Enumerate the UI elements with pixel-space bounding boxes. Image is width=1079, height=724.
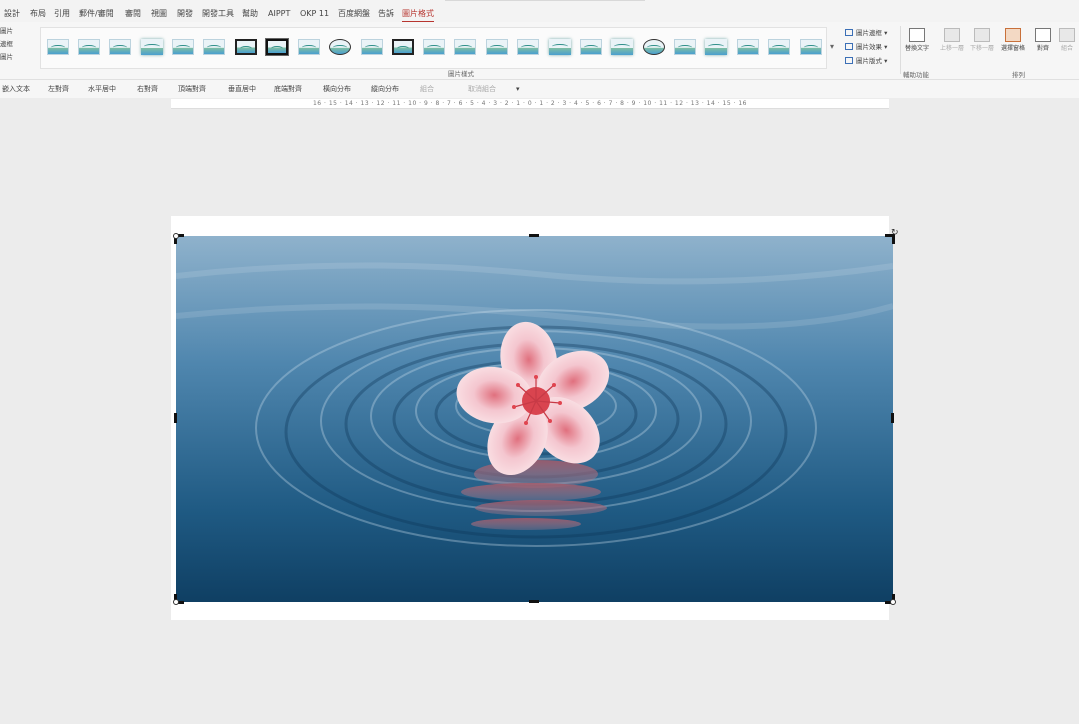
selection-pane-button[interactable]: 選擇窗格	[998, 28, 1028, 53]
picture-style-thumb[interactable]	[674, 39, 696, 55]
tab-view[interactable]: 視圖	[151, 9, 167, 19]
picture-style-thumb[interactable]	[266, 39, 288, 55]
ribbon-tabs: 設計 布局 引用 郵件/審閱 審閱 視圖 開發 開發工具 幫助 AIPPT OK…	[0, 0, 1079, 22]
picture-style-thumb[interactable]	[361, 39, 383, 55]
resize-handle-top-left[interactable]	[173, 233, 179, 239]
ribbon-left-item[interactable]: 邊框	[0, 38, 13, 51]
align-top-button[interactable]: 頂端對齊	[178, 84, 206, 94]
picture-style-thumb[interactable]	[580, 39, 602, 55]
ungroup-objects-button[interactable]: 取消組合	[468, 84, 496, 94]
picture-style-thumb[interactable]	[203, 39, 225, 55]
picture-style-thumb[interactable]	[705, 39, 727, 55]
gallery-group-label: 圖片樣式	[448, 70, 474, 78]
distribute-vertical-button[interactable]: 縱向分布	[371, 84, 399, 94]
ribbon-picture-format: 圖片 邊框 圖片 ▾ 圖片樣式 圖片邊框 ▾ 圖片效果 ▾ 圖片版式 ▾ 替換文…	[0, 22, 1079, 80]
bring-forward-button[interactable]: 上移一層	[937, 28, 967, 53]
rotate-handle-icon[interactable]: ↻	[891, 229, 899, 238]
crop-handle-right[interactable]	[891, 413, 894, 423]
tab-layout[interactable]: 布局	[30, 9, 46, 19]
align-middle-button[interactable]: 垂直居中	[228, 84, 256, 94]
ribbon-left-item[interactable]: 圖片	[0, 25, 13, 38]
alt-text-button[interactable]: 替換文字	[902, 28, 932, 53]
picture-style-thumb[interactable]	[643, 39, 665, 55]
picture-style-thumb[interactable]	[768, 39, 790, 55]
tab-references[interactable]: 引用	[54, 9, 70, 19]
send-backward-icon	[974, 28, 990, 42]
align-left-button[interactable]: 左對齊	[48, 84, 69, 94]
ribbon-left-item[interactable]: 圖片	[0, 51, 13, 64]
picture-style-thumb[interactable]	[486, 39, 508, 55]
picture-style-thumb[interactable]	[737, 39, 759, 55]
tab-aippt[interactable]: AIPPT	[268, 9, 290, 19]
arrange-group-label: 排列	[1012, 71, 1025, 79]
picture-style-thumb[interactable]	[298, 39, 320, 55]
picture-options: 圖片邊框 ▾ 圖片效果 ▾ 圖片版式 ▾	[845, 26, 887, 68]
group-icon	[1059, 28, 1075, 42]
tab-developer-tools[interactable]: 開發工具	[202, 9, 234, 19]
picture-style-thumb[interactable]	[235, 39, 257, 55]
group-button[interactable]: 組合	[1052, 28, 1079, 53]
tab-developer[interactable]: 開發	[177, 9, 193, 19]
align-icon	[1035, 28, 1051, 42]
tab-mailings[interactable]: 郵件/審閱	[79, 9, 114, 19]
picture-style-thumb[interactable]	[549, 39, 571, 55]
crop-handle-left[interactable]	[174, 413, 177, 423]
tab-design[interactable]: 設計	[4, 9, 20, 19]
picture-style-thumb[interactable]	[454, 39, 476, 55]
group-objects-button[interactable]: 組合	[420, 84, 434, 94]
picture-style-thumb[interactable]	[392, 39, 414, 55]
layout-icon	[845, 57, 853, 64]
tab-review[interactable]: 審閱	[125, 9, 141, 19]
picture-style-thumb[interactable]	[141, 39, 163, 55]
crop-handle-top[interactable]	[529, 234, 539, 237]
ribbon-divider	[900, 26, 901, 74]
tab-help[interactable]: 幫助	[242, 9, 258, 19]
send-backward-button[interactable]: 下移一層	[967, 28, 997, 53]
picture-border-option[interactable]: 圖片邊框 ▾	[845, 26, 887, 40]
picture-effects-option[interactable]: 圖片效果 ▾	[845, 40, 887, 54]
wrap-text-button[interactable]: 嵌入文本	[2, 84, 30, 94]
crop-handle-bottom[interactable]	[529, 600, 539, 603]
picture-style-thumb[interactable]	[329, 39, 351, 55]
align-right-button[interactable]: 右對齊	[137, 84, 158, 94]
accessibility-group-label: 輔助功能	[903, 71, 929, 79]
picture-style-thumb[interactable]	[47, 39, 69, 55]
picture-style-thumb[interactable]	[800, 39, 822, 55]
distribute-horizontal-button[interactable]: 橫向分布	[323, 84, 351, 94]
align-bottom-button[interactable]: 底端對齊	[274, 84, 302, 94]
resize-handle-bottom-right[interactable]	[890, 599, 896, 605]
tab-picture-format[interactable]: 圖片格式	[402, 9, 434, 22]
selection-pane-icon	[1005, 28, 1021, 42]
picture-style-thumb[interactable]	[78, 39, 100, 55]
ribbon-left-items: 圖片 邊框 圖片	[0, 25, 13, 64]
selected-picture[interactable]	[176, 236, 893, 602]
tab-baidu-netdisk[interactable]: 百度網盤	[338, 9, 370, 19]
picture-styles-gallery	[40, 27, 827, 69]
align-center-button[interactable]: 水平居中	[88, 84, 116, 94]
effects-icon	[845, 43, 853, 50]
chevron-down-icon[interactable]: ▾	[516, 84, 520, 94]
tab-tell-me[interactable]: 告訴	[378, 9, 394, 19]
picture-style-thumb[interactable]	[172, 39, 194, 55]
picture-style-thumb[interactable]	[423, 39, 445, 55]
title-bar-divider	[445, 0, 645, 1]
tab-okp[interactable]: OKP 11	[300, 9, 329, 19]
resize-handle-bottom-left[interactable]	[173, 599, 179, 605]
flower-on-water-image	[176, 236, 893, 602]
bring-forward-icon	[944, 28, 960, 42]
chevron-down-icon[interactable]: ▾	[826, 27, 838, 67]
arrange-toolbar: 嵌入文本 左對齊 水平居中 右對齊 頂端對齊 垂直居中 底端對齊 橫向分布 縱向…	[0, 80, 1079, 98]
alt-text-icon	[909, 28, 925, 42]
picture-style-thumb[interactable]	[611, 39, 633, 55]
picture-style-thumb[interactable]	[517, 39, 539, 55]
picture-layout-option[interactable]: 圖片版式 ▾	[845, 54, 887, 68]
border-icon	[845, 29, 853, 36]
horizontal-ruler[interactable]: 16 · 15 · 14 · 13 · 12 · 11 · 10 · 9 · 8…	[171, 99, 889, 109]
picture-style-thumb[interactable]	[109, 39, 131, 55]
